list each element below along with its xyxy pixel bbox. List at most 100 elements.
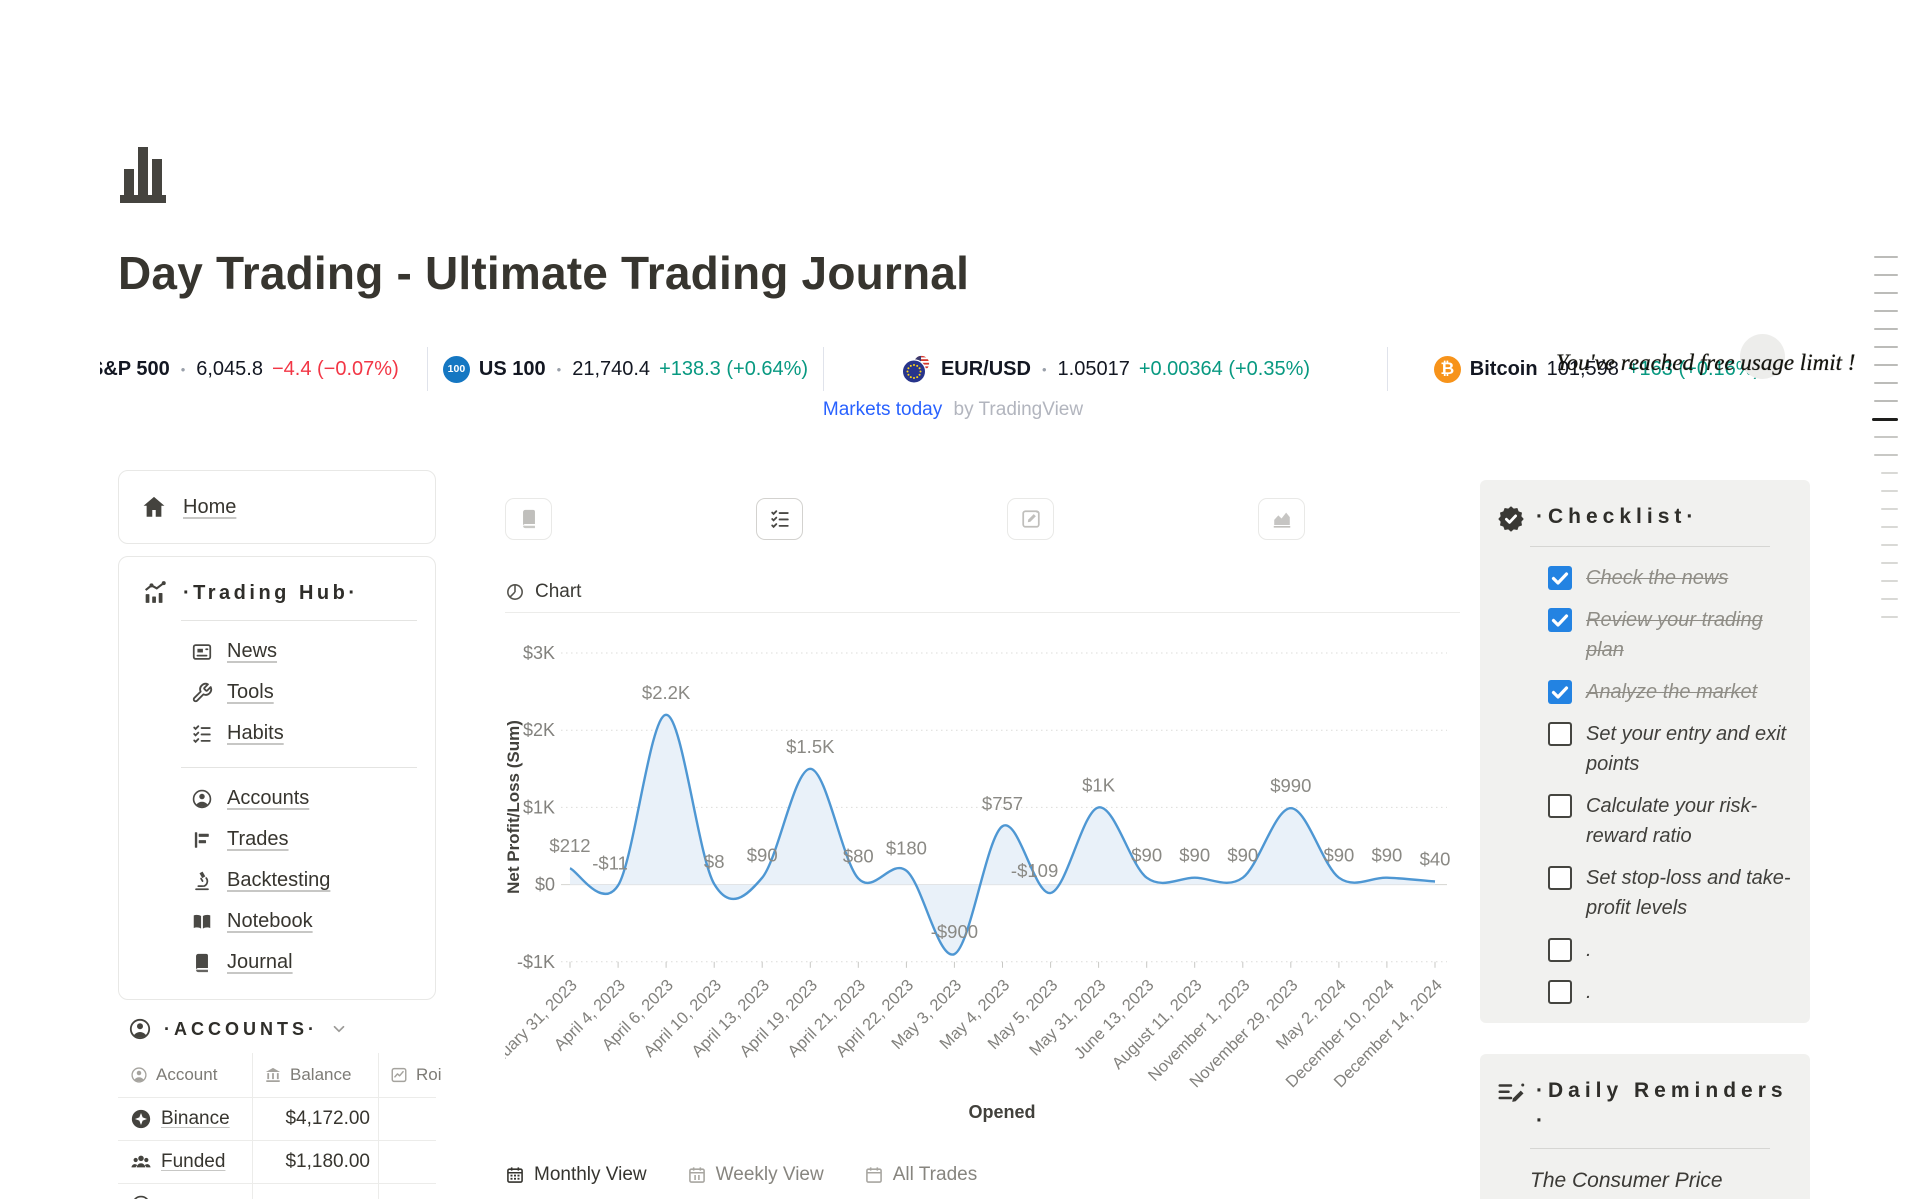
table-row: Binance $4,172.00 bbox=[118, 1098, 436, 1141]
habits-icon bbox=[191, 723, 213, 745]
calendar-icon bbox=[505, 1165, 525, 1185]
ticker-item-us100[interactable]: 100 US 100 • 21,740.4 +138.3 (+0.64%) bbox=[427, 347, 823, 391]
news-icon bbox=[191, 641, 213, 663]
toolbar-button-habits[interactable] bbox=[756, 498, 803, 540]
sidebar-item-label[interactable]: Tools bbox=[227, 681, 274, 704]
outline-dash[interactable] bbox=[1881, 598, 1898, 600]
outline-dash[interactable] bbox=[1874, 310, 1898, 312]
unchecked-checkbox[interactable] bbox=[1548, 794, 1572, 818]
balance-cell[interactable]: $1,180.00 bbox=[252, 1151, 378, 1173]
ticker-symbol: Bitcoin bbox=[1470, 358, 1538, 381]
sidebar-item-label[interactable]: Journal bbox=[227, 951, 293, 974]
toolbar-button-compose[interactable] bbox=[1007, 498, 1054, 540]
outline-dash[interactable] bbox=[1881, 580, 1898, 582]
outline-dash[interactable] bbox=[1881, 508, 1898, 510]
svg-text:$90: $90 bbox=[1179, 845, 1210, 866]
checklist-item: Calculate your risk-reward ratio bbox=[1548, 791, 1794, 851]
column-header-account[interactable]: Account bbox=[118, 1065, 252, 1085]
sidebar-item-habits[interactable]: Habits bbox=[119, 713, 435, 754]
sidebar-item-journal[interactable]: Journal bbox=[119, 942, 435, 983]
svg-text:$90: $90 bbox=[1131, 845, 1162, 866]
svg-text:$990: $990 bbox=[1270, 775, 1311, 796]
chevron-down-icon[interactable] bbox=[330, 1020, 348, 1038]
checklist-item-label[interactable]: Set your entry and exit points bbox=[1586, 719, 1794, 779]
checked-checkbox[interactable] bbox=[1548, 566, 1572, 590]
account-cell[interactable]: Funded bbox=[118, 1151, 252, 1173]
eurusd-flags-icon bbox=[901, 354, 932, 385]
account-cell[interactable]: Binance bbox=[118, 1108, 252, 1130]
outline-indicator bbox=[1872, 256, 1898, 634]
unchecked-checkbox[interactable] bbox=[1548, 938, 1572, 962]
dot-separator: • bbox=[1042, 362, 1047, 377]
unchecked-checkbox[interactable] bbox=[1548, 722, 1572, 746]
ticker-item-eurusd[interactable]: EUR/USD • 1.05017 +0.00364 (+0.35%) bbox=[823, 347, 1387, 391]
outline-dash[interactable] bbox=[1874, 400, 1898, 402]
checklist-title: ·Checklist· bbox=[1536, 502, 1698, 534]
sidebar-item-news[interactable]: News bbox=[119, 631, 435, 672]
unchecked-checkbox[interactable] bbox=[1548, 866, 1572, 890]
checklist-item-label[interactable]: . bbox=[1586, 977, 1794, 1007]
checklist-item-label[interactable]: Set stop-loss and take-profit levels bbox=[1586, 863, 1794, 923]
outline-dash[interactable] bbox=[1881, 526, 1898, 528]
tab-all-trades[interactable]: All Trades bbox=[864, 1156, 979, 1199]
page: Day Trading - Ultimate Trading Journal S… bbox=[0, 0, 1920, 1199]
sidebar-item-backtesting[interactable]: Backtesting bbox=[119, 860, 435, 901]
outline-dash[interactable] bbox=[1881, 490, 1898, 492]
sidebar-item-label[interactable]: Accounts bbox=[227, 787, 309, 810]
outline-dash[interactable] bbox=[1874, 436, 1898, 438]
markets-today-link[interactable]: Markets today bbox=[823, 399, 942, 420]
checklist-item-label[interactable]: Calculate your risk-reward ratio bbox=[1586, 791, 1794, 851]
dot-separator: • bbox=[181, 362, 186, 377]
column-header-roi[interactable]: Roi bbox=[378, 1065, 442, 1085]
sidebar-item-label[interactable]: Notebook bbox=[227, 910, 313, 933]
toolbar-button-area[interactable] bbox=[1258, 498, 1305, 540]
account-link[interactable]: Funded bbox=[161, 1151, 225, 1173]
sidebar-item-tools[interactable]: Tools bbox=[119, 672, 435, 713]
account-cell[interactable] bbox=[118, 1194, 252, 1199]
pie-chart-icon bbox=[505, 582, 525, 602]
svg-text:$2K: $2K bbox=[523, 720, 555, 740]
tab-weekly-view[interactable]: Weekly View bbox=[687, 1156, 826, 1199]
outline-dash[interactable] bbox=[1874, 292, 1898, 294]
outline-dash[interactable] bbox=[1881, 472, 1898, 474]
outline-dash[interactable] bbox=[1872, 418, 1898, 421]
svg-text:$90: $90 bbox=[747, 845, 778, 866]
sidebar-item-trades[interactable]: Trades bbox=[119, 819, 435, 860]
profit-loss-chart: $3K$2K$1K$0-$1K$212-$11$2.2K$8$90$1.5K$8… bbox=[505, 620, 1460, 1140]
accounts-section-header: ·ACCOUNTS· bbox=[128, 1012, 348, 1046]
checked-checkbox[interactable] bbox=[1548, 680, 1572, 704]
checked-checkbox[interactable] bbox=[1548, 608, 1572, 632]
sidebar-item-accounts[interactable]: Accounts bbox=[119, 778, 435, 819]
sidebar-item-label[interactable]: Trades bbox=[227, 828, 289, 851]
bar-chart-page-icon[interactable] bbox=[116, 133, 170, 209]
sidebar-item-notebook[interactable]: Notebook bbox=[119, 901, 435, 942]
outline-dash[interactable] bbox=[1881, 616, 1898, 618]
sidebar-item-home[interactable]: Home bbox=[183, 496, 236, 519]
tab-monthly-view[interactable]: Monthly View bbox=[505, 1156, 649, 1199]
checklist-item-label[interactable]: . bbox=[1586, 935, 1794, 965]
divider bbox=[1530, 1148, 1770, 1149]
sidebar-item-label[interactable]: Backtesting bbox=[227, 869, 330, 892]
outline-dash[interactable] bbox=[1874, 346, 1898, 348]
outline-dash[interactable] bbox=[1874, 256, 1898, 258]
outline-dash[interactable] bbox=[1874, 382, 1898, 384]
ticker-item-sp500[interactable]: S&P 500 • 6,045.8 −4.4 (−0.07%) bbox=[100, 347, 427, 391]
outline-dash[interactable] bbox=[1874, 454, 1898, 456]
unchecked-checkbox[interactable] bbox=[1548, 980, 1572, 1004]
ticker-change: +0.00364 (+0.35%) bbox=[1139, 358, 1310, 381]
checklist-item-label[interactable]: Analyze the market bbox=[1586, 677, 1794, 707]
balance-cell[interactable]: $4,172.00 bbox=[252, 1108, 378, 1130]
outline-dash[interactable] bbox=[1874, 364, 1898, 366]
sidebar-item-label[interactable]: News bbox=[227, 640, 277, 663]
outline-dash[interactable] bbox=[1881, 544, 1898, 546]
account-link[interactable]: Binance bbox=[161, 1108, 230, 1130]
toolbar-button-journal[interactable] bbox=[505, 498, 552, 540]
outline-dash[interactable] bbox=[1874, 328, 1898, 330]
outline-dash[interactable] bbox=[1881, 562, 1898, 564]
checklist-item-label[interactable]: Check the news bbox=[1586, 563, 1794, 593]
sidebar-item-label[interactable]: Habits bbox=[227, 722, 284, 745]
column-header-balance[interactable]: Balance bbox=[252, 1065, 378, 1085]
outline-dash[interactable] bbox=[1874, 274, 1898, 276]
checklist-panel: ·Checklist· Check the news Review your tr… bbox=[1480, 480, 1810, 1023]
checklist-item-label[interactable]: Review your trading plan bbox=[1586, 605, 1794, 665]
